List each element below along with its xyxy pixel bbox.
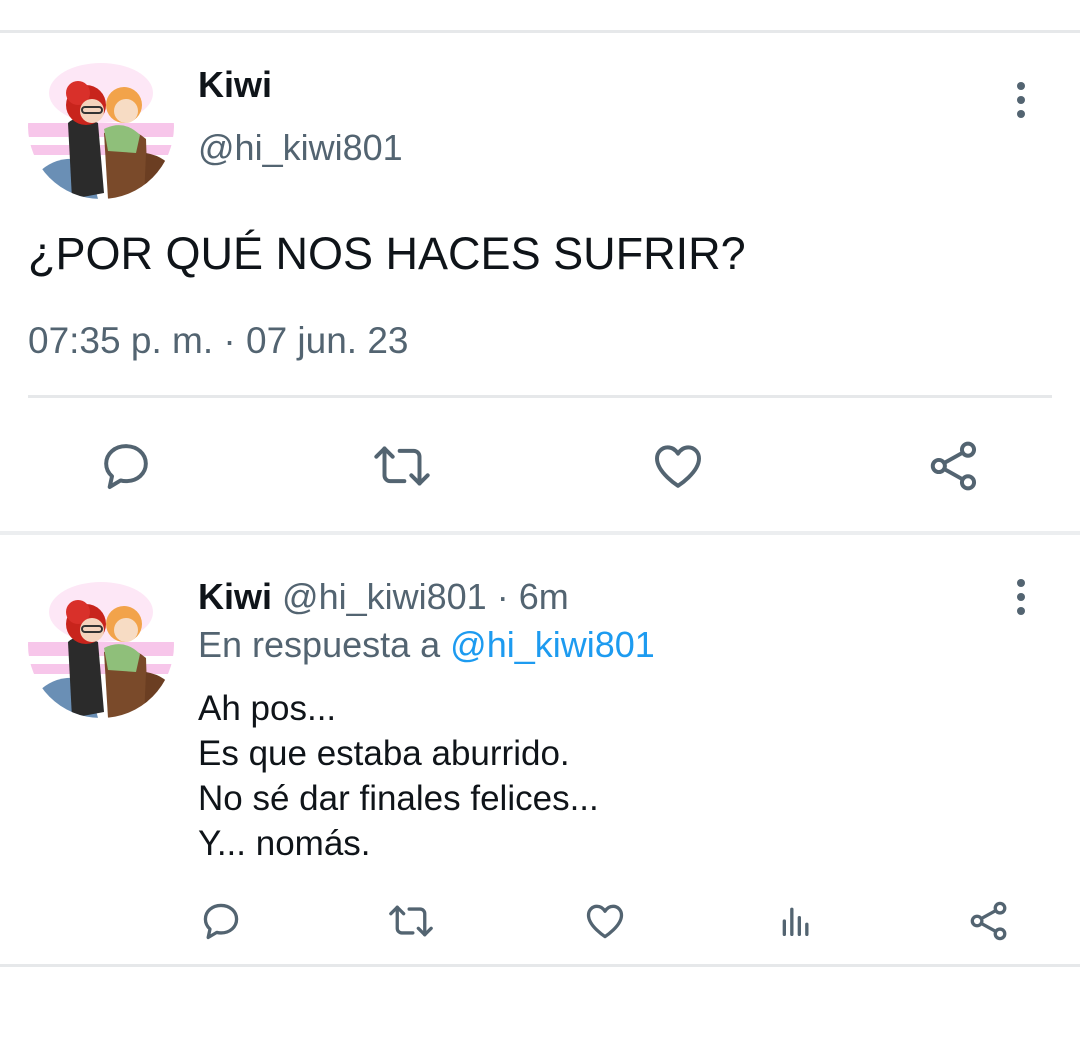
reply-reply-button[interactable] (198, 898, 244, 944)
analytics-button[interactable] (776, 898, 816, 944)
retweet-icon (389, 905, 433, 937)
avatar[interactable] (28, 53, 174, 199)
avatar-image (28, 572, 174, 718)
reply-text-line: Ah pos... (198, 689, 337, 728)
reply-age[interactable]: · 6m (497, 576, 569, 617)
tweet-text: ¿POR QUÉ NOS HACES SUFRIR? (28, 228, 746, 279)
in-reply-prefix: En respuesta a (198, 624, 441, 665)
like-button[interactable] (648, 436, 708, 496)
reply-more-options-button[interactable] (1001, 569, 1041, 625)
display-name[interactable]: Kiwi (198, 64, 272, 106)
analytics-icon (782, 907, 809, 936)
bottom-divider (0, 964, 1080, 967)
reply-text-line: Es que estaba aburrido. (198, 734, 570, 773)
reply-tweet-text: Ah pos... Es que estaba aburrido. No sé … (198, 686, 599, 866)
share-icon (970, 901, 1007, 941)
reply-handle[interactable]: @hi_kiwi801 (282, 576, 487, 617)
reply-like-button[interactable] (582, 898, 628, 944)
more-icon-dot (1017, 593, 1025, 601)
avatar-image (28, 53, 174, 199)
like-icon (655, 445, 701, 488)
more-icon (1017, 82, 1025, 90)
tweet-divider (28, 395, 1052, 398)
like-icon (586, 904, 624, 939)
more-options-button[interactable] (1001, 72, 1041, 128)
reply-icon (104, 444, 148, 489)
more-icon-dot (1017, 607, 1025, 615)
share-icon (930, 441, 977, 491)
more-icon-dot (1017, 96, 1025, 104)
share-button[interactable] (924, 436, 984, 496)
reply-display-name[interactable]: Kiwi (198, 576, 272, 617)
reply-button[interactable] (96, 436, 156, 496)
in-reply-to: En respuesta a @hi_kiwi801 (198, 624, 655, 666)
reply-avatar[interactable] (28, 572, 174, 718)
section-divider (0, 531, 1080, 535)
more-icon (1017, 579, 1025, 587)
in-reply-handle-link[interactable]: @hi_kiwi801 (450, 624, 655, 665)
reply-icon (203, 903, 239, 940)
reply-header: Kiwi @hi_kiwi801 · 6m (198, 576, 569, 618)
handle[interactable]: @hi_kiwi801 (198, 127, 403, 169)
more-icon-dot (1017, 110, 1025, 118)
top-divider (0, 30, 1080, 33)
tweet-timestamp[interactable]: 07:35 p. m. · 07 jun. 23 (28, 320, 409, 362)
retweet-button[interactable] (370, 436, 434, 496)
retweet-icon (374, 446, 430, 486)
reply-share-button[interactable] (966, 898, 1012, 944)
reply-text-line: Y... nomás. (198, 824, 371, 863)
reply-retweet-button[interactable] (386, 898, 436, 944)
reply-text-line: No sé dar finales felices... (198, 779, 599, 818)
